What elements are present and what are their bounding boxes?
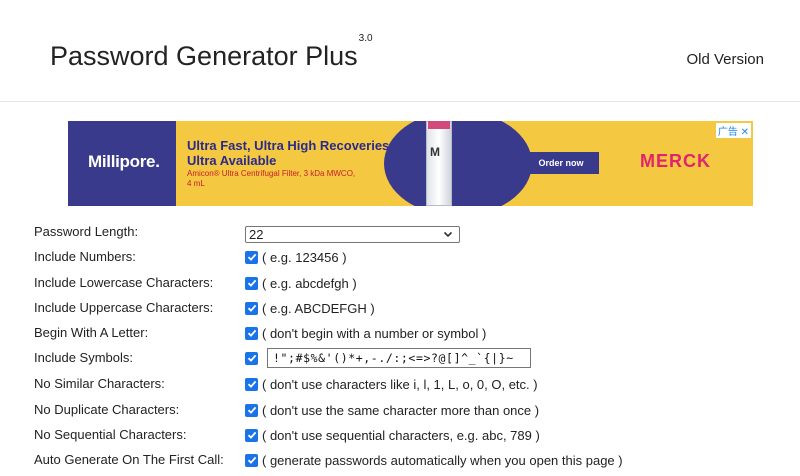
include-uppercase-hint: ( e.g. ABCDEFGH ) — [262, 300, 375, 316]
row-no-similar: No Similar Characters: ( don't use chara… — [0, 372, 800, 397]
no-sequential-hint: ( don't use sequential characters, e.g. … — [262, 427, 540, 443]
no-similar-label: No Similar Characters: — [34, 376, 165, 391]
auto-generate-hint: ( generate passwords automatically when … — [262, 452, 623, 468]
begin-with-letter-hint: ( don't begin with a number or symbol ) — [262, 325, 487, 341]
include-lowercase-label: Include Lowercase Characters: — [34, 275, 214, 290]
ad-order-now-button[interactable]: Order now — [523, 152, 599, 174]
include-uppercase-checkbox[interactable] — [245, 301, 258, 315]
include-uppercase-label: Include Uppercase Characters: — [34, 300, 214, 315]
no-sequential-checkbox[interactable] — [245, 428, 258, 442]
include-numbers-label: Include Numbers: — [34, 249, 136, 264]
ad-close-badge[interactable]: 广告 ✕ — [715, 123, 751, 138]
ad-headline: Ultra Fast, Ultra High Recoveries, Ultra… — [187, 138, 393, 168]
old-version-link[interactable]: Old Version — [686, 51, 764, 68]
page-title-text: Password Generator Plus — [50, 41, 358, 71]
row-include-uppercase: Include Uppercase Characters: ( e.g. ABC… — [0, 296, 800, 321]
ad-tube-label: M — [430, 145, 440, 159]
no-duplicate-checkbox[interactable] — [245, 403, 258, 417]
include-symbols-label: Include Symbols: — [34, 350, 133, 365]
ad-tube-cap — [428, 121, 450, 129]
include-lowercase-hint: ( e.g. abcdefgh ) — [262, 275, 357, 291]
ad-subline: Amicon® Ultra Centrifugal Filter, 3 kDa … — [187, 169, 356, 188]
row-no-duplicate: No Duplicate Characters: ( don't use the… — [0, 398, 800, 423]
row-auto-generate: Auto Generate On The First Call: ( gener… — [0, 448, 800, 473]
ad-decoration — [384, 121, 532, 206]
ad-merck-logo: MERCK — [640, 151, 711, 171]
row-include-symbols: Include Symbols: !";#$%&'()*+,-./:;<=>?@… — [0, 346, 800, 371]
password-length-value: 22 — [249, 226, 264, 242]
ad-millipore-logo: Millipore. — [68, 121, 176, 206]
row-begin-with-letter: Begin With A Letter: ( don't begin with … — [0, 321, 800, 346]
no-similar-hint: ( don't use characters like i, l, 1, L, … — [262, 376, 538, 392]
password-length-select[interactable]: 22 — [245, 225, 460, 243]
row-password-length: Password Length: 22 — [0, 220, 800, 245]
include-symbols-checkbox[interactable] — [245, 351, 258, 365]
ad-millipore-text: Millipore. — [88, 152, 160, 171]
ad-tube-image — [426, 121, 452, 206]
row-include-lowercase: Include Lowercase Characters: ( e.g. abc… — [0, 271, 800, 296]
no-duplicate-label: No Duplicate Characters: — [34, 402, 180, 417]
auto-generate-label: Auto Generate On The First Call: — [34, 452, 224, 467]
include-numbers-hint: ( e.g. 123456 ) — [262, 249, 347, 265]
page-title: Password Generator Plus3.0 — [50, 33, 373, 72]
password-length-label: Password Length: — [34, 224, 139, 239]
begin-with-letter-label: Begin With A Letter: — [34, 325, 149, 340]
include-numbers-checkbox[interactable] — [245, 250, 258, 264]
version-badge: 3.0 — [358, 33, 373, 44]
auto-generate-checkbox[interactable] — [245, 453, 258, 467]
ad-banner[interactable]: Millipore. Ultra Fast, Ultra High Recove… — [68, 121, 753, 206]
no-similar-checkbox[interactable] — [245, 377, 258, 391]
row-include-numbers: Include Numbers: ( e.g. 123456 ) — [0, 245, 800, 270]
symbols-input[interactable]: !";#$%&'()*+,-./:;<=>?@[]^_`{|}~ — [267, 348, 531, 368]
no-duplicate-hint: ( don't use the same character more than… — [262, 402, 540, 418]
no-sequential-label: No Sequential Characters: — [34, 427, 187, 442]
row-no-sequential: No Sequential Characters: ( don't use se… — [0, 423, 800, 448]
header: Password Generator Plus3.0 Old Version — [0, 0, 800, 102]
chevron-down-icon — [441, 227, 455, 241]
begin-with-letter-checkbox[interactable] — [245, 326, 258, 340]
include-lowercase-checkbox[interactable] — [245, 276, 258, 290]
